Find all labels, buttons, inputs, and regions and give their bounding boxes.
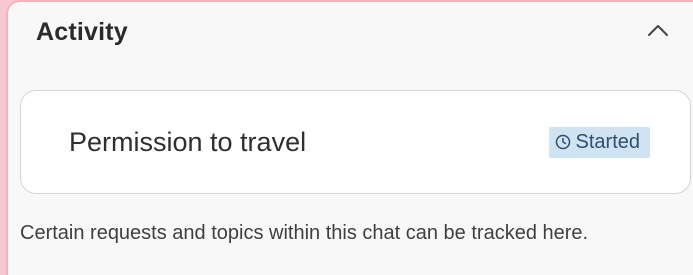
status-badge-label: Started bbox=[575, 130, 640, 153]
collapse-button[interactable] bbox=[643, 17, 673, 47]
activity-note: Certain requests and topics within this … bbox=[20, 222, 589, 244]
activity-header: Activity bbox=[36, 14, 673, 50]
clock-icon bbox=[555, 134, 571, 150]
activity-panel: Activity Permission to travel Started Ce… bbox=[6, 0, 693, 275]
activity-item-title: Permission to travel bbox=[69, 126, 307, 157]
activity-title: Activity bbox=[36, 17, 128, 46]
chevron-up-icon bbox=[646, 22, 670, 43]
activity-card[interactable]: Permission to travel Started bbox=[20, 90, 691, 194]
status-badge: Started bbox=[548, 126, 650, 158]
